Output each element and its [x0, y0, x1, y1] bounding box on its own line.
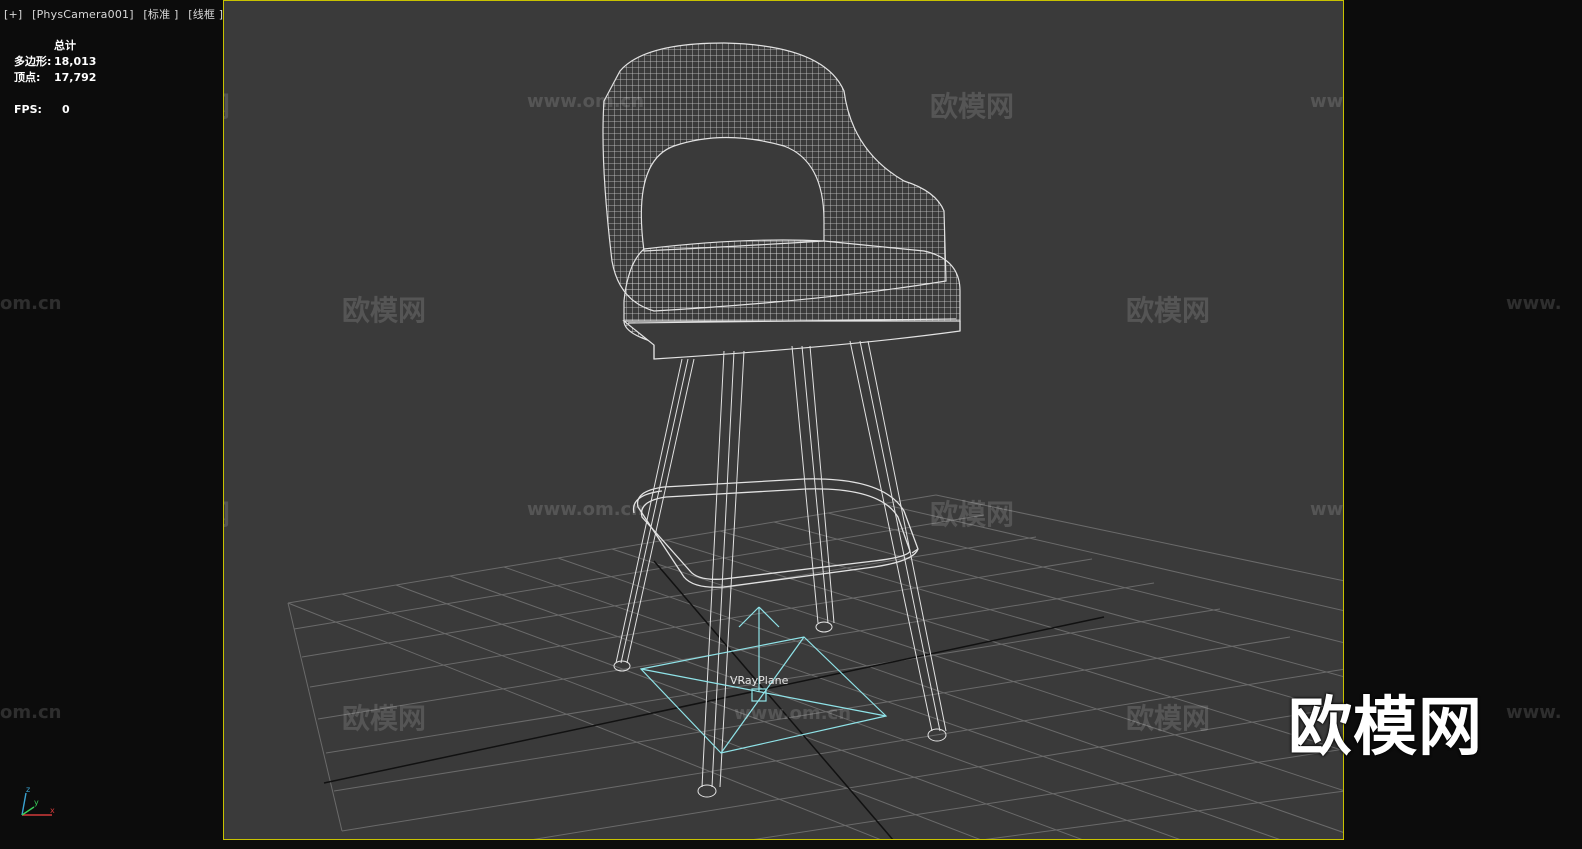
vertices-label: 顶点: — [14, 71, 41, 84]
axis-y-label: y — [34, 798, 39, 807]
polygons-value: 18,013 — [54, 55, 97, 68]
stats-polygons-row: 多边形: 18,013 — [14, 54, 96, 70]
viewport-label-menu[interactable]: [+] [PhysCamera001] [标准 ] [线框 ] — [4, 6, 229, 22]
vray-plane-label[interactable]: VRayPlane — [730, 674, 788, 687]
stats-fps-row: FPS: 0 — [14, 102, 96, 118]
world-axis-x — [323, 616, 1105, 784]
wireframe-scene[interactable] — [224, 1, 1344, 840]
viewport-shading-menu[interactable]: [标准 ] — [143, 8, 178, 21]
axis-z-label: z — [26, 785, 30, 794]
viewport-camera-menu[interactable]: [PhysCamera001] — [32, 8, 134, 21]
watermark-url: om.cn — [0, 702, 62, 723]
stats-total-header: 总计 — [54, 39, 76, 52]
fps-value: 0 — [62, 103, 70, 116]
perspective-viewport[interactable]: 欧模网 www.om.cn 欧模网 www.om.cn 欧模网 欧模网 欧模网 … — [223, 0, 1344, 840]
fps-label: FPS: — [14, 103, 42, 116]
stool-legs — [613, 340, 947, 798]
watermark-url: www. — [1506, 702, 1562, 723]
site-logo-watermark: 欧模网 — [1288, 691, 1483, 765]
vertices-value: 17,792 — [54, 71, 97, 84]
watermark-url: www. — [1506, 293, 1562, 314]
stats-vertices-row: 顶点: 17,792 — [14, 70, 96, 86]
ground-grid — [287, 494, 1343, 839]
axis-tripod-icon: x y z — [21, 785, 55, 816]
viewport-plus-menu[interactable]: [+] — [4, 8, 22, 21]
axis-x-label: x — [50, 806, 55, 815]
scene-statistics: 总计 多边形: 18,013 顶点: 17,792 FPS: 0 — [14, 38, 96, 118]
polygons-label: 多边形: — [14, 55, 52, 68]
viewport-mode-menu[interactable]: [线框 ] — [188, 8, 223, 21]
watermark-url: om.cn — [0, 293, 62, 314]
